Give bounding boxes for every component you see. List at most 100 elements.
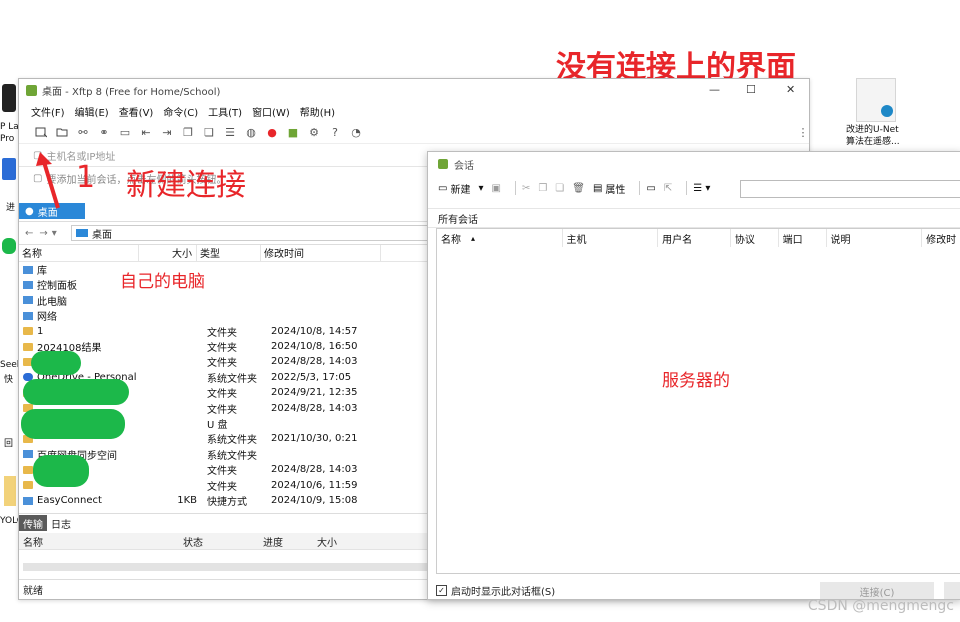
more-icon[interactable]: ⋮ bbox=[795, 124, 809, 140]
network-icon bbox=[23, 311, 33, 320]
menu-file[interactable]: 文件(F) bbox=[31, 104, 65, 119]
gear-icon[interactable]: ⚙ bbox=[306, 124, 322, 140]
column-name[interactable]: 名称 bbox=[19, 245, 139, 261]
file-type: 文件夹 bbox=[207, 358, 237, 370]
column-type[interactable]: 类型 bbox=[197, 245, 261, 261]
all-sessions-label[interactable]: 所有会话 bbox=[438, 211, 478, 226]
chat-icon[interactable]: ◔ bbox=[348, 124, 364, 140]
file-modified: 2022/5/3, 17:05 bbox=[271, 371, 352, 383]
session-search-input[interactable] bbox=[740, 180, 960, 198]
paste-icon[interactable]: ❏ bbox=[555, 183, 564, 194]
desktop-icon-label: 算法在遥感... bbox=[846, 137, 900, 147]
hp-logo-icon bbox=[2, 84, 16, 112]
transfer-col-progress[interactable]: 进度 bbox=[263, 534, 317, 549]
transfer-col-name[interactable]: 名称 bbox=[19, 534, 183, 549]
link-icon[interactable]: ⚭ bbox=[96, 124, 112, 140]
computer-icon bbox=[23, 296, 33, 305]
new-session-icon[interactable] bbox=[33, 124, 49, 140]
file-type: 文件夹 bbox=[207, 466, 237, 478]
xftp-icon[interactable]: ■ bbox=[285, 124, 301, 140]
globe-icon[interactable]: ◍ bbox=[243, 124, 259, 140]
file-row[interactable]: 控制面板 bbox=[19, 277, 439, 292]
back-arrow-icon[interactable]: ← bbox=[25, 228, 33, 239]
help-icon[interactable]: ? bbox=[327, 124, 343, 140]
desktop-document-icon[interactable] bbox=[856, 78, 896, 122]
column-modified[interactable]: 修改时间 bbox=[261, 245, 381, 261]
menu-view[interactable]: 查看(V) bbox=[119, 104, 154, 119]
copy-icon[interactable]: ❐ bbox=[180, 124, 196, 140]
control-panel-icon bbox=[23, 280, 33, 289]
desktop-folder-icon bbox=[76, 229, 88, 237]
session-col-name-label: 名称 bbox=[441, 234, 461, 246]
status-text: 就绪 bbox=[23, 585, 43, 597]
session-col-host[interactable]: 主机 bbox=[563, 229, 659, 247]
menu-window[interactable]: 窗口(W) bbox=[252, 104, 290, 119]
desktop-label: 进 bbox=[6, 203, 16, 213]
close-button[interactable]: ✕ bbox=[786, 83, 795, 96]
new-session-button[interactable]: ▭ 新建 ▾ bbox=[438, 181, 483, 196]
disconnect-icon[interactable]: ⚯ bbox=[75, 124, 91, 140]
file-modified: 2024/9/21, 12:35 bbox=[271, 387, 358, 399]
session-col-protocol[interactable]: 协议 bbox=[731, 229, 779, 247]
save-icon[interactable]: ▣ bbox=[491, 183, 500, 194]
session-col-port[interactable]: 端口 bbox=[779, 229, 827, 247]
export-icon[interactable]: ⇱ bbox=[664, 183, 672, 194]
file-type: 文件夹 bbox=[207, 389, 237, 401]
all-sessions-breadcrumb: 所有会话 bbox=[428, 208, 960, 228]
delete-icon[interactable]: 🗑 bbox=[572, 183, 585, 194]
file-name: 1 bbox=[37, 325, 44, 337]
session-list[interactable]: 名称 ▴ 主机 用户名 协议 端口 说明 修改时 bbox=[436, 228, 960, 574]
session-col-modified[interactable]: 修改时 bbox=[922, 229, 960, 247]
file-type: 文件夹 bbox=[207, 343, 237, 354]
paste-icon[interactable]: ❏ bbox=[201, 124, 217, 140]
transfer-col-status[interactable]: 状态 bbox=[183, 534, 263, 549]
file-row[interactable]: 网络 bbox=[19, 308, 439, 323]
annotation-new-connection: 新建连接 bbox=[126, 168, 246, 203]
session-col-name[interactable]: 名称 ▴ bbox=[437, 229, 563, 247]
bottom-tabs: 传输 日志 bbox=[19, 513, 439, 532]
chevron-down-icon[interactable]: ▾ bbox=[52, 228, 57, 239]
copy-icon[interactable]: ❐ bbox=[538, 183, 547, 194]
window-icon[interactable]: ▭ bbox=[117, 124, 133, 140]
session-col-user[interactable]: 用户名 bbox=[658, 229, 731, 247]
file-row[interactable]: EasyConnect 1KB 快捷方式 2024/10/9, 15:08 bbox=[19, 493, 439, 508]
file-row[interactable]: 1 文件夹 2024/10/8, 14:57 bbox=[19, 324, 439, 339]
menu-help[interactable]: 帮助(H) bbox=[300, 104, 335, 119]
file-row[interactable]: 2024108结果 文件夹 2024/10/8, 16:50 bbox=[19, 339, 439, 354]
title-bar: 桌面 - Xftp 8 (Free for Home/School) bbox=[19, 79, 809, 101]
properties-button[interactable]: ▤ 属性 bbox=[593, 181, 625, 196]
forward-arrow-icon[interactable]: → bbox=[39, 228, 47, 239]
horizontal-scrollbar[interactable] bbox=[23, 563, 433, 571]
view-mode-icon[interactable]: ☰ ▾ bbox=[693, 183, 710, 194]
transfer-right-icon[interactable]: ⇥ bbox=[159, 124, 175, 140]
file-row[interactable]: 库 bbox=[19, 262, 439, 277]
tab-log[interactable]: 日志 bbox=[47, 515, 75, 531]
cut-icon[interactable]: ✂ bbox=[522, 183, 530, 194]
xshell-icon[interactable]: ● bbox=[264, 124, 280, 140]
menu-tools[interactable]: 工具(T) bbox=[208, 104, 242, 119]
sort-up-icon: ▴ bbox=[471, 233, 476, 243]
path-input[interactable]: 桌面 bbox=[71, 225, 457, 241]
session-col-desc[interactable]: 说明 bbox=[827, 229, 923, 247]
file-row[interactable]: 此电脑 bbox=[19, 293, 439, 308]
menu-edit[interactable]: 编辑(E) bbox=[75, 104, 109, 119]
maximize-button[interactable]: ☐ bbox=[746, 83, 756, 96]
file-row[interactable]: 文件夹 2024/8/28, 14:03 bbox=[19, 354, 439, 369]
list-view-icon[interactable]: ☰ bbox=[222, 124, 238, 140]
new-session-icon bbox=[35, 127, 47, 138]
open-folder-icon[interactable]: ▭ bbox=[646, 183, 655, 194]
tab-transfer[interactable]: 传输 bbox=[19, 515, 47, 531]
annotation-step-number: 1 bbox=[76, 160, 96, 195]
open-folder-icon bbox=[56, 128, 68, 137]
minimize-button[interactable]: — bbox=[709, 83, 720, 96]
startup-checkbox[interactable]: ✓ bbox=[436, 584, 447, 596]
open-folder-icon[interactable] bbox=[54, 124, 70, 140]
transfer-left-icon[interactable]: ⇤ bbox=[138, 124, 154, 140]
red-arrow-icon bbox=[36, 152, 60, 209]
transfer-col-size[interactable]: 大小 bbox=[317, 534, 377, 549]
file-name-cell: 此电脑 bbox=[19, 293, 143, 308]
column-size[interactable]: 大小 bbox=[139, 245, 197, 261]
file-name: 库 bbox=[37, 266, 47, 277]
menu-command[interactable]: 命令(C) bbox=[163, 104, 198, 119]
file-name: EasyConnect bbox=[37, 495, 102, 506]
